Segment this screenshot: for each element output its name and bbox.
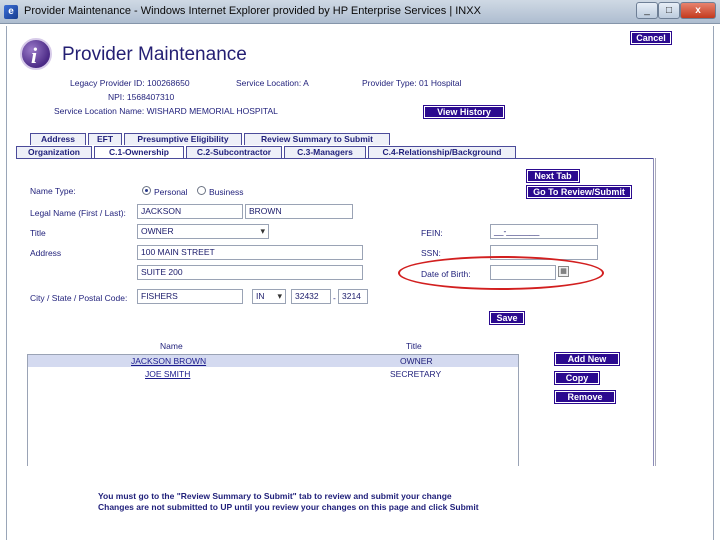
panel-edge xyxy=(655,158,656,466)
remove-button[interactable]: Remove xyxy=(554,390,616,404)
page-title: Provider Maintenance xyxy=(62,44,247,65)
zip4-input[interactable]: 3214 xyxy=(338,289,368,304)
provider-type: Provider Type: 01 Hospital xyxy=(362,78,462,88)
tab-presumptive-eligibility[interactable]: Presumptive Eligibility xyxy=(124,133,242,145)
first-name-input[interactable]: JACKSON xyxy=(137,204,243,219)
tab-c3-managers[interactable]: C.3-Managers xyxy=(284,146,366,158)
zip-separator: - xyxy=(333,293,336,303)
npi: NPI: 1568407310 xyxy=(108,92,175,102)
save-button[interactable]: Save xyxy=(489,311,525,325)
address-line1-input[interactable]: 100 MAIN STREET xyxy=(137,245,363,260)
column-header-title: Title xyxy=(406,341,422,351)
service-location: Service Location: A xyxy=(236,78,309,88)
table-row[interactable]: JACKSON BROWN OWNER xyxy=(28,355,518,367)
row-title: OWNER xyxy=(400,356,433,366)
address-label: Address xyxy=(30,248,62,258)
window-title-bar: e Provider Maintenance - Windows Interne… xyxy=(0,0,720,24)
column-header-name: Name xyxy=(160,341,183,351)
city-state-postal-label: City / State / Postal Code: xyxy=(30,293,128,303)
footer-note-line1: You must go to the "Review Summary to Su… xyxy=(98,491,452,501)
tab-organization[interactable]: Organization xyxy=(16,146,92,158)
title-select[interactable]: OWNER xyxy=(137,224,269,239)
window-title: Provider Maintenance - Windows Internet … xyxy=(24,5,481,17)
ssn-label: SSN: xyxy=(421,248,441,258)
legal-name-label: Legal Name (First / Last): xyxy=(30,208,126,218)
zip-input[interactable]: 32432 xyxy=(291,289,331,304)
add-new-button[interactable]: Add New xyxy=(554,352,620,366)
view-history-button[interactable]: View History xyxy=(423,105,505,119)
ie-icon: e xyxy=(4,5,18,19)
cancel-button[interactable]: Cancel xyxy=(630,31,672,45)
city-input[interactable]: FISHERS xyxy=(137,289,243,304)
close-window-button[interactable]: x xyxy=(680,2,716,19)
tab-c2-subcontractor[interactable]: C.2-Subcontractor xyxy=(186,146,282,158)
name-type-label: Name Type: xyxy=(30,186,76,196)
logo: i xyxy=(20,38,52,70)
maximize-button[interactable]: □ xyxy=(658,2,680,19)
legacy-provider-id: Legacy Provider ID: 100268650 xyxy=(70,78,190,88)
radio-personal-label: Personal xyxy=(154,187,188,197)
last-name-input[interactable]: BROWN xyxy=(245,204,353,219)
highlight-ellipse xyxy=(398,256,604,290)
row-title: SECRETARY xyxy=(390,369,442,379)
row-name[interactable]: JACKSON BROWN xyxy=(131,355,206,367)
radio-business-label: Business xyxy=(209,187,244,197)
tab-review-summary[interactable]: Review Summary to Submit xyxy=(244,133,390,145)
service-location-name: Service Location Name: WISHARD MEMORIAL … xyxy=(54,106,278,116)
footer-note-line2: Changes are not submitted to UP until yo… xyxy=(98,502,479,512)
row-name[interactable]: JOE SMITH xyxy=(145,368,190,380)
tab-c4-relationship[interactable]: C.4-Relationship/Background xyxy=(368,146,516,158)
title-label: Title xyxy=(30,228,46,238)
radio-personal[interactable] xyxy=(142,186,151,195)
go-to-review-button[interactable]: Go To Review/Submit xyxy=(526,185,632,199)
table-row[interactable]: JOE SMITH SECRETARY xyxy=(28,368,518,380)
fein-input[interactable]: __-_______ xyxy=(490,224,598,239)
state-select[interactable]: IN xyxy=(252,289,286,304)
fein-label: FEIN: xyxy=(421,228,443,238)
minimize-button[interactable]: _ xyxy=(636,2,658,19)
owners-table: JACKSON BROWN OWNER JOE SMITH SECRETARY xyxy=(27,354,519,466)
next-tab-button[interactable]: Next Tab xyxy=(526,169,580,183)
address-line2-input[interactable]: SUITE 200 xyxy=(137,265,363,280)
tab-address[interactable]: Address xyxy=(30,133,86,145)
tab-eft[interactable]: EFT xyxy=(88,133,122,145)
radio-business[interactable] xyxy=(197,186,206,195)
copy-button[interactable]: Copy xyxy=(554,371,600,385)
